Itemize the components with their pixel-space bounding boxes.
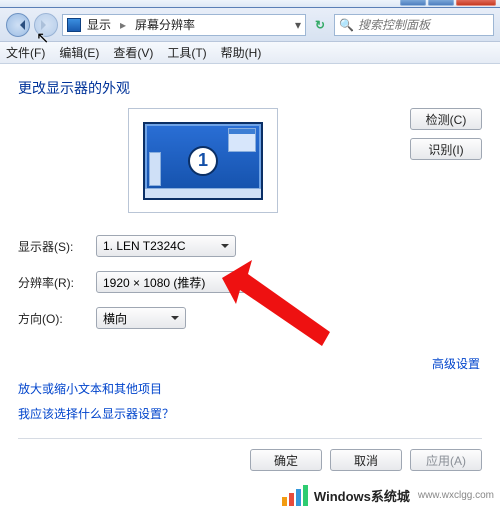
advanced-settings-link[interactable]: 高级设置: [432, 357, 480, 371]
search-icon: 🔍: [339, 18, 354, 32]
watermark: Windows系统城 www.wxclgg.com: [282, 485, 494, 506]
address-bar[interactable]: 显示 ▸ 屏幕分辨率 ▾: [62, 14, 306, 36]
chevron-down-icon[interactable]: ▾: [295, 18, 301, 32]
watermark-brand: Windows系统城: [314, 486, 410, 505]
resolution-label: 分辨率(R):: [18, 274, 96, 291]
display-preview-monitor[interactable]: 1: [143, 122, 263, 200]
menu-tools[interactable]: 工具(T): [167, 44, 206, 61]
resolution-combo-value: 1920 × 1080 (推荐): [103, 274, 205, 291]
chevron-down-icon: [171, 316, 179, 324]
orientation-label: 方向(O):: [18, 310, 96, 327]
breadcrumb-display[interactable]: 显示: [87, 16, 111, 33]
watermark-logo-icon: [282, 485, 308, 506]
identify-button[interactable]: 识别(I): [410, 138, 482, 160]
window-minimize-button[interactable]: [400, 0, 426, 6]
orientation-combo-value: 横向: [103, 310, 127, 327]
ok-button[interactable]: 确定: [250, 449, 322, 471]
apply-button: 应用(A): [410, 449, 482, 471]
window-maximize-button[interactable]: [428, 0, 454, 6]
menu-view[interactable]: 查看(V): [113, 44, 153, 61]
text-size-link[interactable]: 放大或缩小文本和其他项目: [18, 380, 482, 397]
display-preview-box[interactable]: 1: [128, 108, 278, 213]
detect-button[interactable]: 检测(C): [410, 108, 482, 130]
display-number: 1: [188, 146, 218, 176]
page-title: 更改显示器的外观: [18, 78, 482, 98]
chevron-down-icon: [231, 280, 239, 288]
display-combo[interactable]: 1. LEN T2324C: [96, 235, 236, 257]
nav-forward-button[interactable]: [34, 13, 58, 37]
which-display-link[interactable]: 我应该选择什么显示器设置？: [18, 405, 482, 422]
nav-back-button[interactable]: [6, 13, 30, 37]
control-panel-icon: [67, 18, 81, 32]
search-box[interactable]: 🔍: [334, 14, 494, 36]
window-close-button[interactable]: [456, 0, 496, 6]
divider: [18, 438, 482, 439]
search-input[interactable]: [358, 18, 489, 32]
display-label: 显示器(S):: [18, 238, 96, 255]
menu-edit[interactable]: 编辑(E): [59, 44, 99, 61]
refresh-icon[interactable]: ↻: [310, 18, 330, 32]
menu-file[interactable]: 文件(F): [6, 44, 45, 61]
resolution-combo[interactable]: 1920 × 1080 (推荐): [96, 271, 246, 293]
preview-window-icon: [228, 128, 256, 152]
chevron-down-icon: [221, 244, 229, 252]
chevron-right-icon: ▸: [120, 18, 126, 32]
cancel-button[interactable]: 取消: [330, 449, 402, 471]
preview-taskbar-icon: [145, 188, 261, 198]
breadcrumb-resolution[interactable]: 屏幕分辨率: [135, 16, 195, 33]
orientation-combo[interactable]: 横向: [96, 307, 186, 329]
menu-bar: 文件(F) 编辑(E) 查看(V) 工具(T) 帮助(H): [0, 42, 500, 64]
menu-help[interactable]: 帮助(H): [221, 44, 262, 61]
display-combo-value: 1. LEN T2324C: [103, 239, 186, 253]
watermark-url: www.wxclgg.com: [418, 490, 494, 501]
preview-side-window-icon: [149, 152, 161, 186]
